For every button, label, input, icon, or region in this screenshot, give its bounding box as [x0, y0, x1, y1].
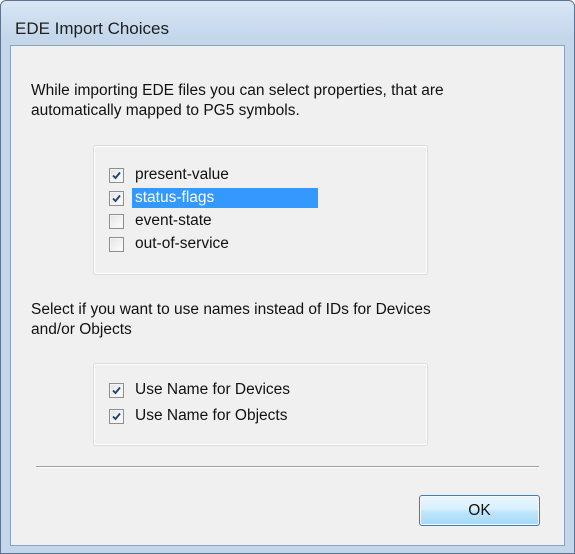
checkbox-label: present-value	[135, 166, 229, 183]
checkbox-label-selected: status-flags	[132, 188, 318, 208]
checkbox-box[interactable]	[109, 190, 124, 206]
dialog-window: EDE Import Choices While importing EDE f…	[0, 0, 575, 554]
checkbox-out-of-service[interactable]: out-of-service	[109, 233, 232, 255]
checkmark-icon	[112, 412, 121, 420]
checkbox-label: Use Name for Objects	[135, 407, 288, 424]
dialog-title: EDE Import Choices	[15, 19, 169, 38]
intro-text: While importing EDE files you can select…	[31, 81, 444, 121]
checkbox-event-state[interactable]: event-state	[109, 210, 215, 232]
checkbox-use-name-objects[interactable]: Use Name for Objects	[109, 405, 290, 427]
checkbox-box[interactable]	[109, 236, 124, 252]
names-text: Select if you want to use names instead …	[31, 300, 431, 340]
checkbox-label: Use Name for Devices	[135, 381, 291, 398]
checkbox-box[interactable]	[109, 167, 124, 183]
ok-button[interactable]: OK	[419, 495, 540, 526]
checkbox-box[interactable]	[109, 382, 124, 398]
checkbox-box[interactable]	[109, 213, 124, 229]
checkbox-box[interactable]	[109, 408, 124, 424]
checkbox-use-name-devices[interactable]: Use Name for Devices	[109, 379, 293, 401]
intro-text-line-1: While importing EDE files you can select…	[31, 82, 444, 99]
properties-group: present-value status-flags event-state o…	[93, 145, 428, 275]
checkbox-present-value[interactable]: present-value	[109, 164, 232, 186]
names-text-line-1: Select if you want to use names instead …	[31, 301, 431, 318]
intro-text-line-2: automatically mapped to PG5 symbols.	[31, 102, 300, 119]
separator-line	[36, 466, 539, 468]
names-text-line-2: and/or Objects	[31, 321, 132, 338]
checkbox-status-flags[interactable]: status-flags	[109, 187, 318, 209]
checkbox-label: event-state	[135, 212, 212, 229]
checkmark-icon	[112, 194, 121, 202]
names-group: Use Name for Devices Use Name for Object…	[93, 363, 428, 446]
dialog-content: While importing EDE files you can select…	[10, 45, 565, 546]
checkmark-icon	[112, 171, 121, 179]
checkmark-icon	[112, 386, 121, 394]
checkbox-label: out-of-service	[135, 235, 229, 252]
title-bar[interactable]: EDE Import Choices	[1, 1, 574, 38]
